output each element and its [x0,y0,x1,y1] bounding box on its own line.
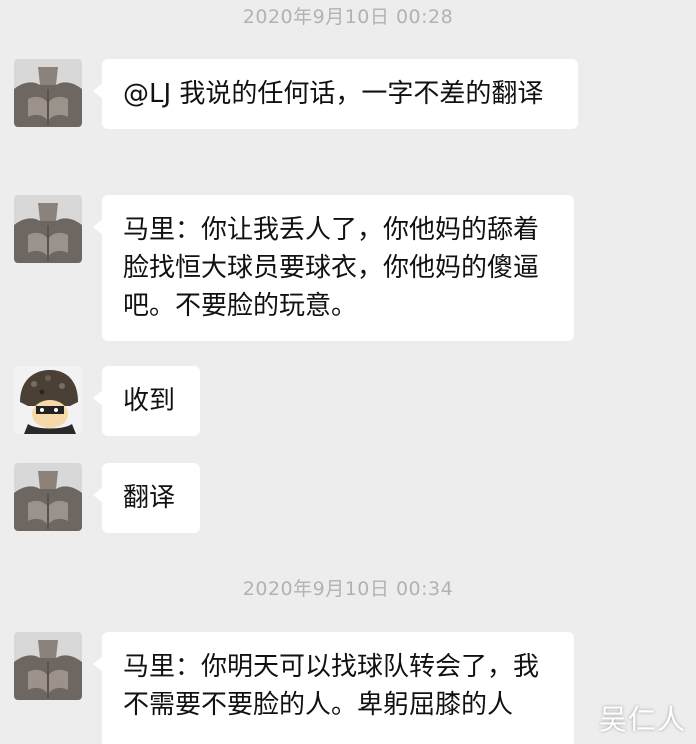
message-bubble[interactable]: @LJ 我说的任何话，一字不差的翻译 [93,59,578,129]
message-text: 翻译 [123,483,176,513]
message-bubble[interactable]: 收到 [93,366,200,436]
avatar[interactable] [14,366,82,434]
helmet-cartoon-icon [14,366,82,434]
message-text: 马里：你明天可以找球队转会了，我不需要不要脸的人。卑躬屈膝的人 [123,652,540,720]
marble-torso-icon [14,59,82,127]
marble-torso-icon [14,463,82,531]
avatar[interactable] [14,195,82,263]
timestamp: 2020年9月10日 00:34 [242,578,454,600]
marble-torso-icon [14,195,82,263]
marble-torso-icon [14,632,82,700]
message-bubble[interactable]: 马里：你让我丢人了，你他妈的舔着脸找恒大球员要球衣，你他妈的傻逼吧。不要脸的玩意… [93,195,574,341]
avatar[interactable] [14,463,82,531]
message-text: 收到 [123,386,176,416]
message-text: 马里：你让我丢人了，你他妈的舔着脸找恒大球员要球衣，你他妈的傻逼吧。不要脸的玩意… [123,215,540,321]
message-text: @LJ 我说的任何话，一字不差的翻译 [123,79,544,109]
timestamp: 2020年9月10日 00:28 [242,6,454,28]
message-bubble[interactable]: 翻译 [93,463,200,533]
avatar[interactable] [14,632,82,700]
message-bubble[interactable]: 马里：你明天可以找球队转会了，我不需要不要脸的人。卑躬屈膝的人 [93,632,574,744]
watermark: 吴仁人 [598,703,686,736]
avatar[interactable] [14,59,82,127]
chat-message-list[interactable]: 2020年9月10日 00:28 @LJ 我说的任何话，一字不差的翻译 马里：你… [0,0,696,744]
